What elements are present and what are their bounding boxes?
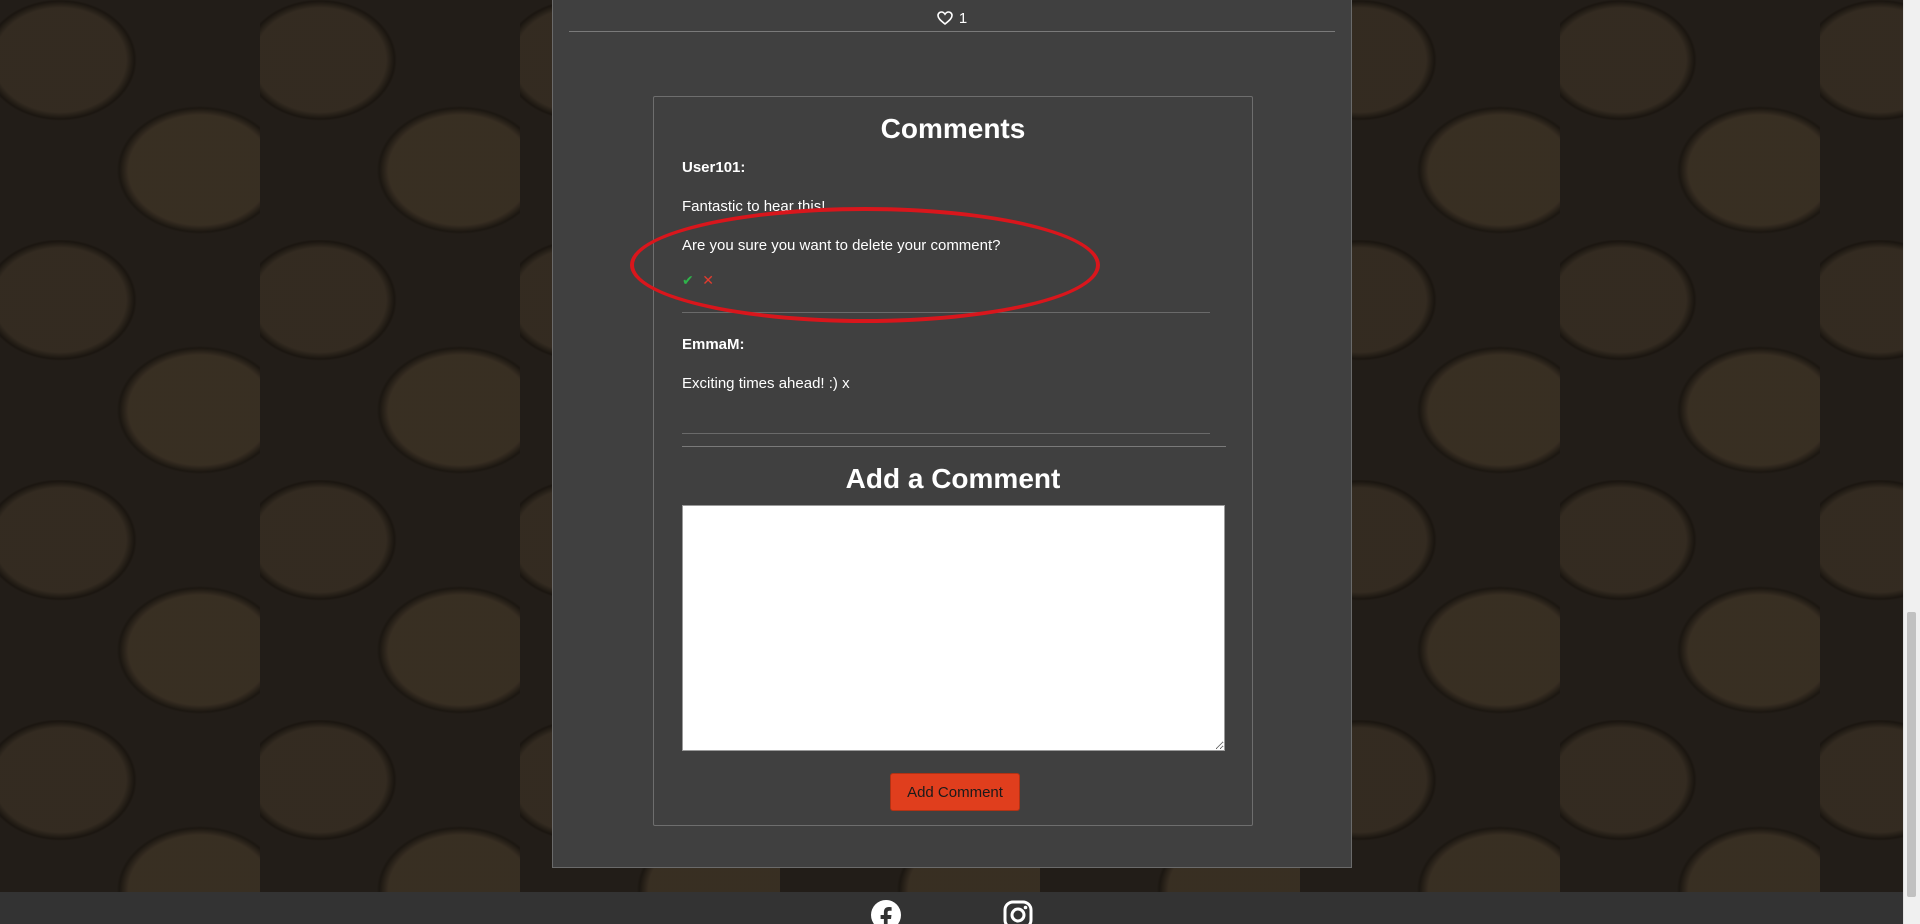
highlight-ellipse [630,207,1100,323]
comments-section: Comments User101: Fantastic to hear this… [630,96,1253,826]
footer [0,892,1903,924]
section-divider [682,446,1226,447]
add-comment-title: Add a Comment [845,463,1061,494]
facebook-icon[interactable] [871,900,901,924]
scrollbar-thumb[interactable] [1907,612,1916,897]
heart-icon [936,11,953,26]
likes-count: 1 [958,10,968,27]
like-button[interactable]: 1 [569,10,1335,27]
comment-item: EmmaM: Exciting times ahead! :) x [682,336,1210,434]
comment-body: Exciting times ahead! :) x [682,375,850,392]
comment-textarea[interactable] [682,505,1225,751]
post-meta: 1 [569,0,1335,32]
comment-author: EmmaM: [682,336,745,353]
post-card: 1 Comments User101: Fantastic to hear th… [552,0,1352,868]
scrollbar[interactable] [1903,0,1920,924]
comment-author: User101: [682,159,746,176]
instagram-icon[interactable] [1003,900,1033,924]
add-comment-button[interactable]: Add Comment [890,773,1020,811]
comments-title: Comments [880,113,1026,144]
